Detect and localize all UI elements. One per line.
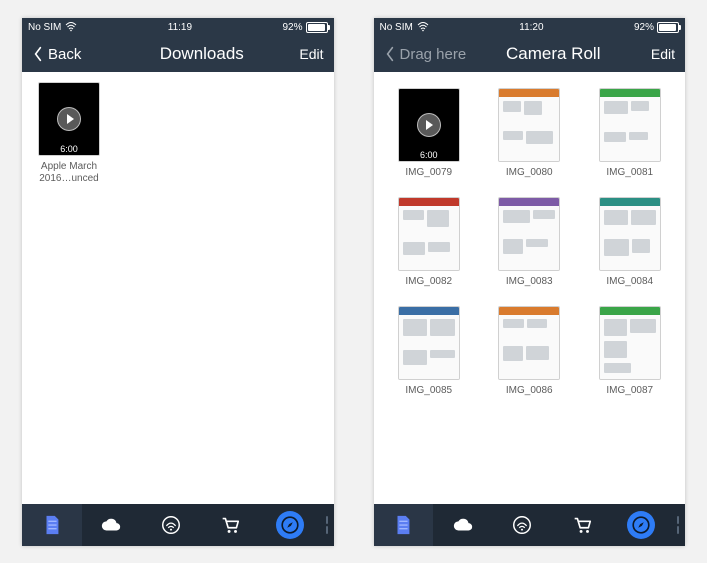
screenshot-preview	[499, 307, 559, 379]
image-thumbnail[interactable]	[398, 306, 460, 380]
tab-cloud[interactable]	[82, 504, 142, 546]
image-thumbnail[interactable]	[599, 197, 661, 271]
chevron-left-icon	[384, 46, 396, 62]
edit-button[interactable]: Edit	[635, 46, 675, 62]
status-bar: No SIM 11:19 92%	[22, 18, 334, 36]
file-name-label: IMG_0087	[606, 385, 653, 397]
carrier-label: No SIM	[380, 22, 413, 33]
tab-drag-handle[interactable]	[671, 504, 685, 546]
image-thumbnail[interactable]	[498, 197, 560, 271]
screenshot-preview	[600, 89, 660, 161]
file-name-label: IMG_0083	[506, 276, 553, 288]
file-name-label: IMG_0084	[606, 276, 653, 288]
video-duration: 6:00	[399, 149, 459, 161]
chevron-left-icon	[32, 46, 44, 62]
cloud-icon	[452, 514, 474, 536]
photo-item[interactable]: IMG_0081	[585, 88, 676, 179]
battery-indicator: 92%	[282, 22, 327, 33]
clock-label: 11:19	[168, 22, 192, 33]
page-title: Downloads	[160, 44, 244, 64]
content-area[interactable]: 6:00 IMG_0079 IMG_0080 IMG_0081 IMG_0082 IMG_…	[374, 72, 686, 504]
file-item[interactable]: 6:00 Apple March 2016…unced	[28, 82, 110, 185]
tab-drag-handle[interactable]	[320, 504, 334, 546]
image-thumbnail[interactable]	[498, 88, 560, 162]
battery-icon	[306, 22, 328, 33]
screenshot-preview	[399, 198, 459, 270]
video-thumbnail[interactable]: 6:00	[398, 88, 460, 162]
back-label: Back	[48, 46, 81, 63]
clock-label: 11:20	[519, 22, 543, 33]
photo-item[interactable]: IMG_0083	[484, 197, 575, 288]
file-name-label: IMG_0085	[405, 385, 452, 397]
carrier-label: No SIM	[28, 22, 61, 33]
tab-store[interactable]	[201, 504, 261, 546]
battery-pct-label: 92%	[634, 22, 654, 33]
play-icon	[57, 107, 81, 131]
screenshot-preview	[499, 89, 559, 161]
back-button[interactable]: Drag here	[384, 46, 472, 63]
tab-browser[interactable]	[260, 504, 320, 546]
nav-bar: Drag here Camera Roll Edit	[374, 36, 686, 72]
play-icon	[417, 113, 441, 137]
tab-files[interactable]	[22, 504, 82, 546]
image-thumbnail[interactable]	[599, 306, 661, 380]
screenshot-preview	[600, 198, 660, 270]
cart-icon	[219, 514, 241, 536]
file-name-label: IMG_0082	[405, 276, 452, 288]
drag-handle-icon	[676, 516, 680, 534]
wifi-share-icon	[511, 514, 533, 536]
screenshot-preview	[600, 307, 660, 379]
file-name-label: IMG_0079	[405, 167, 452, 179]
files-icon	[392, 514, 414, 536]
image-thumbnail[interactable]	[599, 88, 661, 162]
status-bar: No SIM 11:20 92%	[374, 18, 686, 36]
cloud-icon	[100, 514, 122, 536]
back-button[interactable]: Back	[32, 46, 120, 63]
cart-icon	[571, 514, 593, 536]
photo-item[interactable]: IMG_0080	[484, 88, 575, 179]
photo-item[interactable]: 6:00 IMG_0079	[384, 88, 475, 179]
compass-icon	[630, 514, 652, 536]
photo-item[interactable]: IMG_0087	[585, 306, 676, 397]
video-duration: 6:00	[39, 143, 99, 155]
photo-item[interactable]: IMG_0082	[384, 197, 475, 288]
photo-item[interactable]: IMG_0086	[484, 306, 575, 397]
content-area[interactable]: 6:00 Apple March 2016…unced	[22, 72, 334, 504]
file-name-label: Apple March 2016…unced	[28, 161, 110, 185]
photo-item[interactable]: IMG_0085	[384, 306, 475, 397]
tab-bar	[22, 504, 334, 546]
file-name-label: IMG_0081	[606, 167, 653, 179]
tab-wifi-share[interactable]	[141, 504, 201, 546]
tab-store[interactable]	[552, 504, 612, 546]
file-name-label: IMG_0086	[506, 385, 553, 397]
phone-camera-roll: No SIM 11:20 92% Drag here Camera Rol	[374, 18, 686, 546]
battery-indicator: 92%	[634, 22, 679, 33]
tab-cloud[interactable]	[433, 504, 493, 546]
battery-pct-label: 92%	[282, 22, 302, 33]
tab-wifi-share[interactable]	[493, 504, 553, 546]
nav-bar: Back Downloads Edit	[22, 36, 334, 72]
image-thumbnail[interactable]	[398, 197, 460, 271]
tab-bar	[374, 504, 686, 546]
file-name-label: IMG_0080	[506, 167, 553, 179]
battery-icon	[657, 22, 679, 33]
wifi-share-icon	[160, 514, 182, 536]
drag-handle-icon	[325, 516, 329, 534]
video-thumbnail[interactable]: 6:00	[38, 82, 100, 156]
screenshot-preview	[499, 198, 559, 270]
tab-files[interactable]	[374, 504, 434, 546]
edit-button[interactable]: Edit	[283, 46, 323, 62]
image-thumbnail[interactable]	[498, 306, 560, 380]
phone-downloads: No SIM 11:19 92% Back Downloads	[22, 18, 334, 546]
compass-icon	[279, 514, 301, 536]
wifi-icon	[65, 22, 77, 32]
photo-item[interactable]: IMG_0084	[585, 197, 676, 288]
wifi-icon	[417, 22, 429, 32]
files-icon	[41, 514, 63, 536]
screenshot-preview	[399, 307, 459, 379]
tab-browser[interactable]	[612, 504, 672, 546]
back-label: Drag here	[400, 46, 467, 63]
page-title: Camera Roll	[506, 44, 600, 64]
